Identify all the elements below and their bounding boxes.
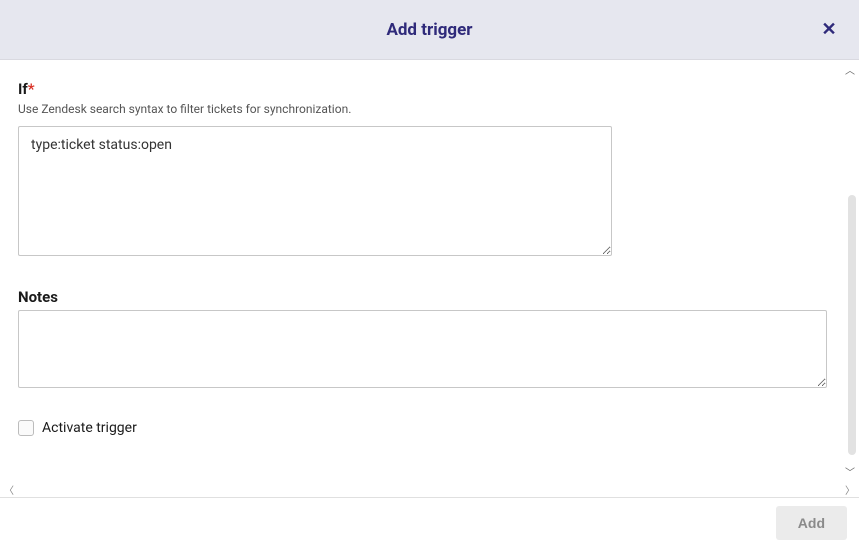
if-hint: Use Zendesk search syntax to filter tick… — [18, 102, 841, 116]
field-group-if: If* Use Zendesk search syntax to filter … — [18, 80, 841, 260]
field-group-notes: Notes — [18, 288, 841, 392]
scroll-right-icon[interactable]: 〉 — [845, 482, 855, 497]
required-mark: * — [28, 80, 35, 98]
modal-body: If* Use Zendesk search syntax to filter … — [0, 60, 859, 480]
activate-checkbox-row[interactable]: Activate trigger — [18, 420, 841, 436]
activate-checkbox-label[interactable]: Activate trigger — [42, 420, 137, 436]
modal-footer: Add — [0, 497, 859, 547]
notes-label: Notes — [18, 288, 841, 306]
scroll-left-icon[interactable]: 〈 — [4, 482, 14, 497]
if-label-text: If — [18, 80, 28, 98]
modal-header: Add trigger ✕ — [0, 0, 859, 60]
if-label: If* — [18, 80, 841, 98]
modal-title: Add trigger — [386, 20, 472, 40]
close-button[interactable]: ✕ — [817, 18, 841, 42]
close-icon: ✕ — [821, 19, 836, 40]
activate-checkbox[interactable] — [18, 420, 34, 436]
notes-textarea[interactable] — [18, 310, 827, 388]
add-button[interactable]: Add — [776, 506, 847, 540]
if-textarea[interactable] — [18, 126, 612, 256]
scrollbar-horizontal[interactable]: 〈 〉 — [0, 481, 859, 497]
